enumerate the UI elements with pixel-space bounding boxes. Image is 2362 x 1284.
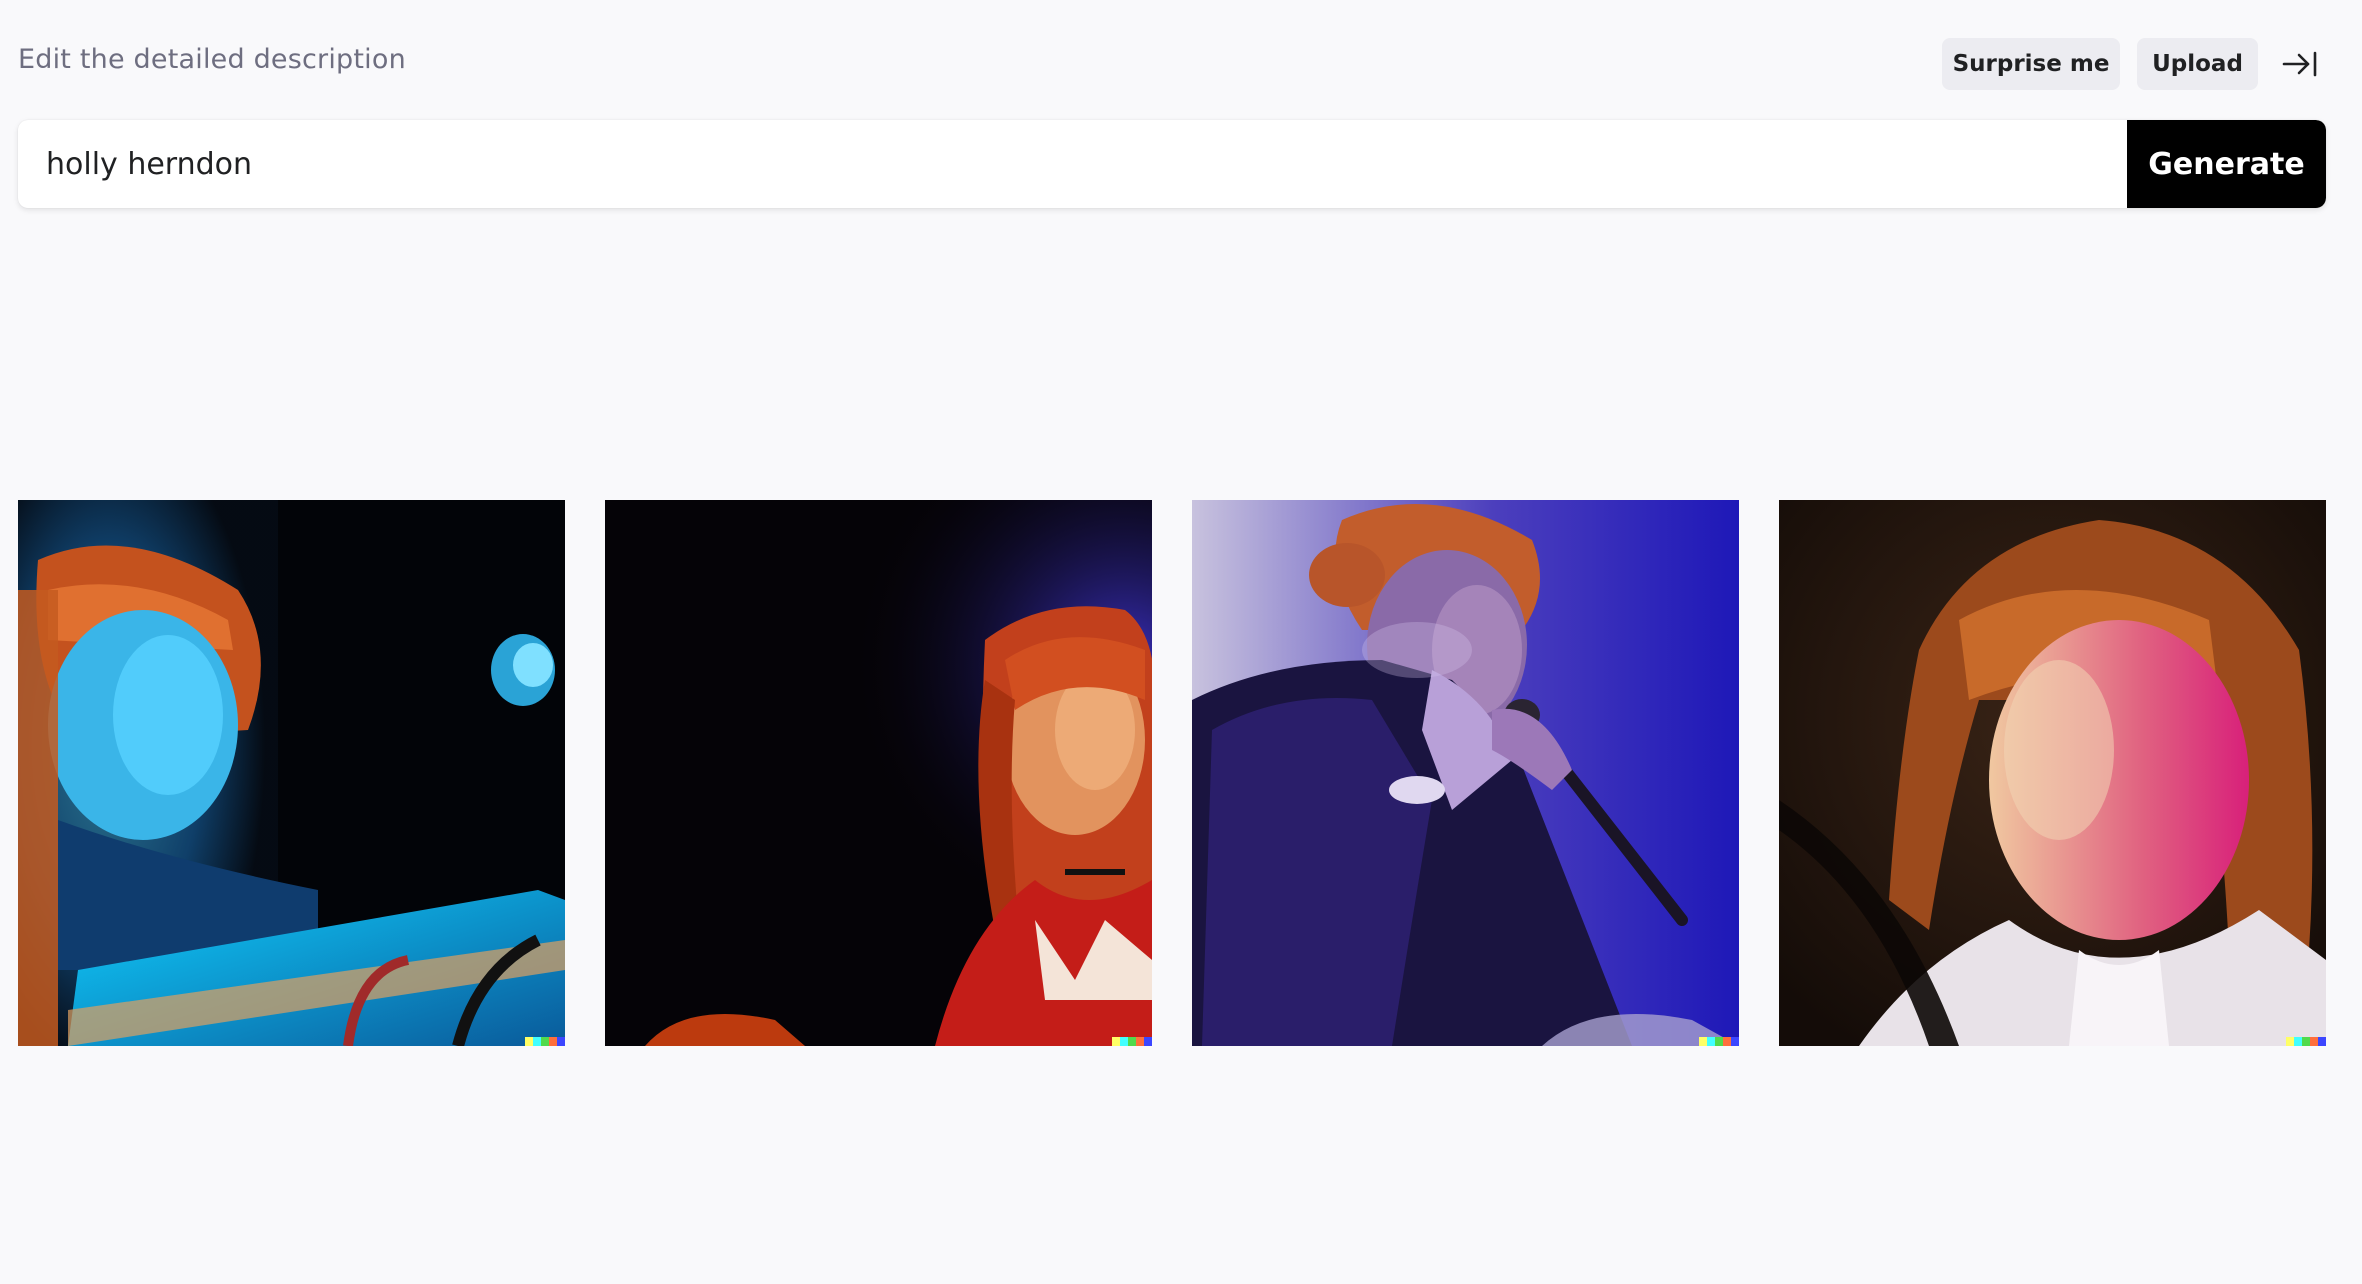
result-image-3[interactable]	[1192, 500, 1739, 1046]
result-image-4-picture	[1779, 500, 2326, 1046]
watermark-strip	[1699, 1037, 1739, 1046]
result-image-4[interactable]	[1779, 500, 2326, 1046]
watermark-strip	[525, 1037, 565, 1046]
arrow-right-to-bar-icon	[2282, 51, 2317, 77]
prompt-input[interactable]	[18, 120, 2127, 208]
result-grid	[18, 500, 2326, 1046]
prompt-bar: Generate	[18, 120, 2326, 208]
result-image-3-picture	[1192, 500, 1739, 1046]
upload-button[interactable]: Upload	[2137, 38, 2258, 90]
collapse-panel-button[interactable]	[2278, 42, 2322, 86]
result-image-2-picture	[605, 500, 1152, 1046]
result-image-1[interactable]	[18, 500, 565, 1046]
section-label: Edit the detailed description	[18, 44, 406, 75]
surprise-me-button[interactable]: Surprise me	[1942, 38, 2120, 90]
result-image-1-picture	[18, 500, 565, 1046]
result-image-2[interactable]	[605, 500, 1152, 1046]
generate-button[interactable]: Generate	[2127, 120, 2326, 208]
watermark-strip	[1112, 1037, 1152, 1046]
app-page: Edit the detailed description Surprise m…	[0, 0, 2362, 1284]
watermark-strip	[2286, 1037, 2326, 1046]
